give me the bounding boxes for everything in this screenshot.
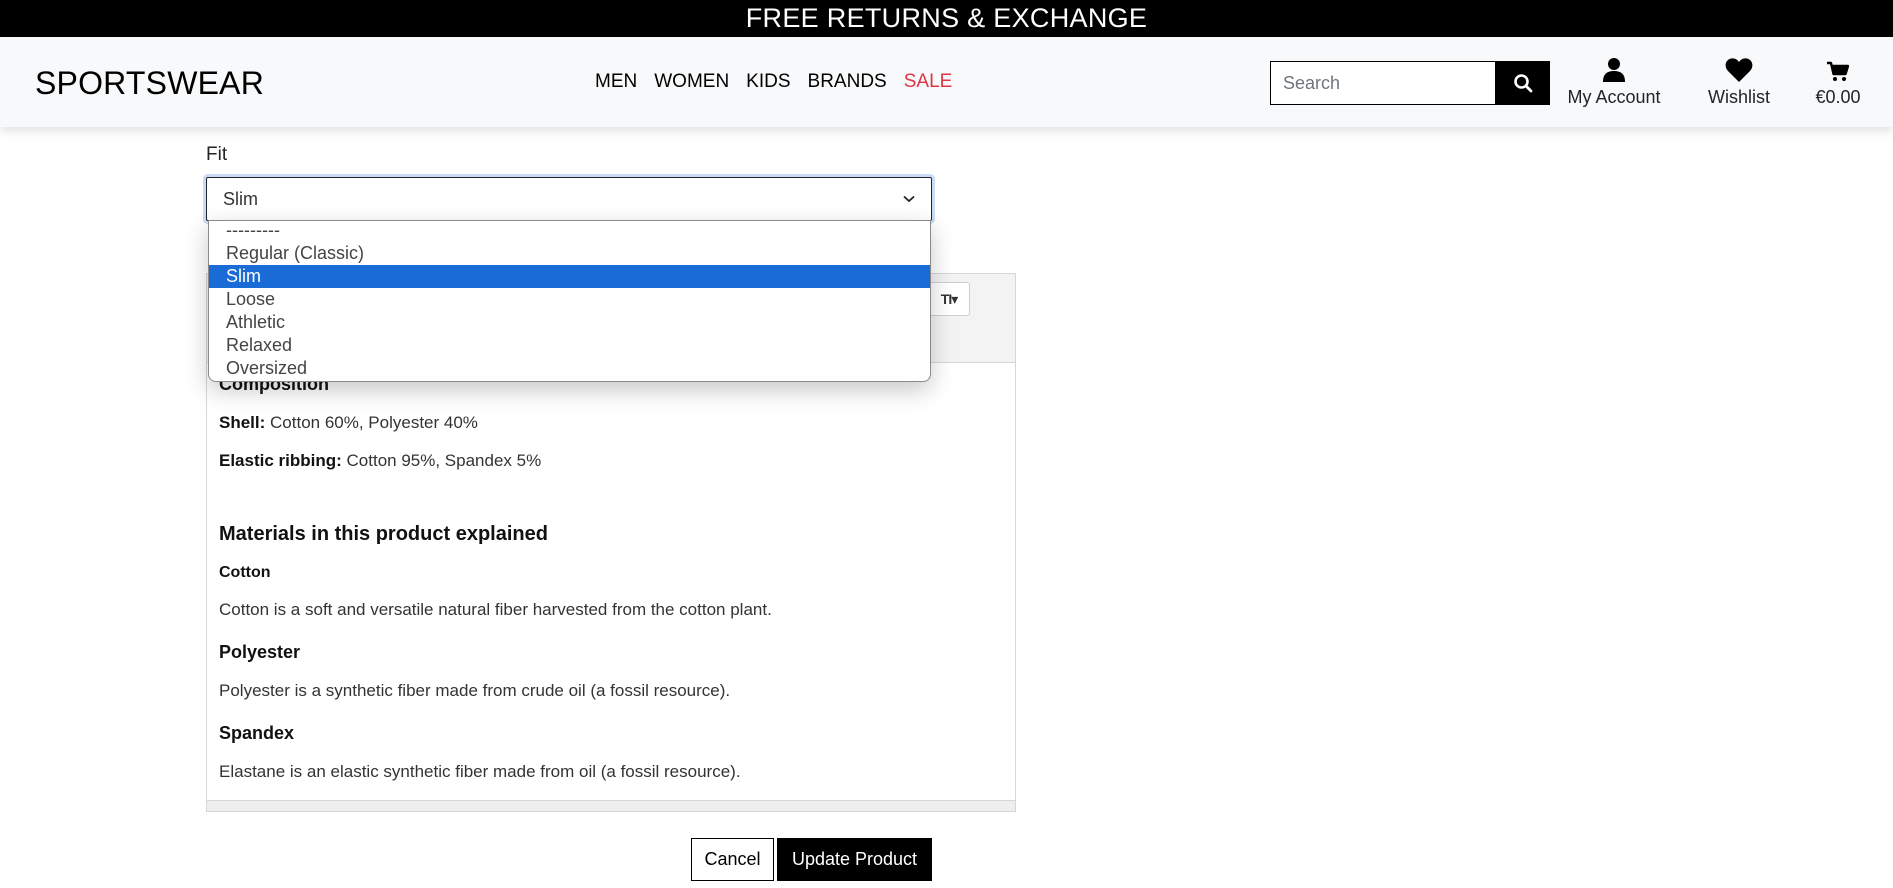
search-icon	[1513, 74, 1532, 93]
nav-kids[interactable]: KIDS	[746, 71, 790, 93]
cart-icon	[1827, 61, 1849, 81]
shell-value: Cotton 60%, Polyester 40%	[265, 413, 478, 432]
chevron-down-icon	[903, 195, 915, 203]
fit-label: Fit	[206, 144, 228, 165]
spandex-text: Elastane is an elastic synthetic fiber m…	[219, 762, 741, 781]
nav-women[interactable]: WOMEN	[654, 71, 729, 93]
shell-line: Shell: Cotton 60%, Polyester 40%	[219, 413, 999, 433]
promo-banner: FREE RETURNS & EXCHANGE	[0, 0, 1893, 37]
site-header: SPORTSWEAR MEN WOMEN KIDS BRANDS SALE My…	[0, 37, 1893, 127]
fit-dropdown-list: --------- Regular (Classic) Slim Loose A…	[208, 220, 931, 382]
wishlist-label: Wishlist	[1708, 87, 1770, 107]
user-icon	[1603, 58, 1625, 82]
site-logo[interactable]: SPORTSWEAR	[35, 65, 264, 102]
my-account-label: My Account	[1567, 87, 1661, 107]
main-nav: MEN WOMEN KIDS BRANDS SALE	[595, 71, 952, 93]
search-input[interactable]	[1270, 61, 1495, 105]
wishlist-link[interactable]: Wishlist	[1705, 57, 1773, 108]
polyester-text: Polyester is a synthetic fiber made from…	[219, 681, 731, 700]
editor-format-button[interactable]: TI▾	[928, 282, 970, 316]
search-button[interactable]	[1495, 61, 1550, 105]
ribbing-value: Cotton 95%, Spandex 5%	[341, 451, 542, 470]
fit-select[interactable]: Slim	[206, 177, 932, 221]
editor-statusbar	[207, 800, 1015, 811]
ribbing-line: Elastic ribbing: Cotton 95%, Spandex 5%	[219, 451, 999, 471]
spandex-heading: Spandex	[219, 723, 295, 743]
materials-heading: Materials in this product explained	[219, 523, 548, 545]
nav-sale[interactable]: SALE	[904, 71, 953, 93]
text-format-icon: TI▾	[940, 290, 958, 307]
nav-men[interactable]: MEN	[595, 71, 637, 93]
fit-option-oversized[interactable]: Oversized	[209, 357, 930, 380]
fit-select-value: Slim	[223, 188, 258, 209]
cotton-heading: Cotton	[219, 564, 271, 581]
cancel-button[interactable]: Cancel	[691, 838, 774, 881]
cart-total: €0.00	[1815, 87, 1861, 107]
nav-brands[interactable]: BRANDS	[808, 71, 887, 93]
fit-option-empty[interactable]: ---------	[209, 221, 930, 242]
fit-option-relaxed[interactable]: Relaxed	[209, 334, 930, 357]
my-account-link[interactable]: My Account	[1566, 57, 1662, 108]
search-form	[1270, 61, 1550, 105]
fit-option-slim[interactable]: Slim	[209, 265, 930, 288]
cotton-text: Cotton is a soft and versatile natural f…	[219, 600, 772, 619]
ribbing-label: Elastic ribbing:	[219, 451, 342, 470]
fit-option-athletic[interactable]: Athletic	[209, 311, 930, 334]
shell-label: Shell:	[219, 413, 266, 432]
cart-link[interactable]: €0.00	[1812, 57, 1864, 108]
heart-icon	[1725, 58, 1753, 82]
editor-content[interactable]: Composition Shell: Cotton 60%, Polyester…	[219, 374, 999, 782]
fit-option-regular[interactable]: Regular (Classic)	[209, 242, 930, 265]
fit-option-loose[interactable]: Loose	[209, 288, 930, 311]
update-product-button[interactable]: Update Product	[777, 838, 932, 881]
polyester-heading: Polyester	[219, 642, 301, 662]
